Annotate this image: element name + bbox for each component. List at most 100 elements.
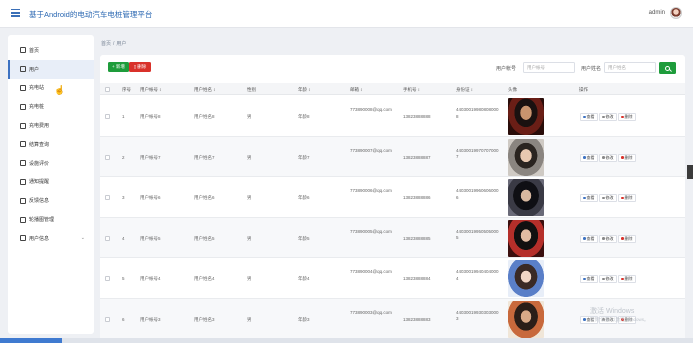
col-id-card[interactable]: 身份证 ↕: [456, 87, 473, 93]
trash-icon: [621, 237, 624, 240]
sidebar-item-label: 通知提醒: [29, 179, 50, 186]
cell-phone: 13823888885: [403, 235, 431, 241]
menu-icon[interactable]: [11, 9, 20, 17]
cell-age: 年龄6: [298, 195, 310, 200]
col-age[interactable]: 年龄 ↕: [298, 87, 311, 93]
cell-index: 5: [122, 276, 125, 281]
search-account-input[interactable]: 用户帐号: [523, 62, 575, 73]
view-icon: [583, 196, 586, 200]
row-checkbox[interactable]: [105, 195, 110, 200]
table-row: 4 用户帐号5 用户姓名5 男 年龄5 773890005@qq.com 138…: [100, 217, 685, 258]
cell-name: 用户姓名8: [194, 114, 215, 119]
cell-id-card: 440300199707070007: [456, 147, 499, 160]
edit-icon: [602, 237, 605, 240]
col-name[interactable]: 用户姓名 ↕: [194, 87, 216, 93]
cell-id-card: 440300199404040004: [456, 269, 499, 281]
search-button[interactable]: [659, 62, 676, 74]
cell-phone: 13823888884: [403, 276, 431, 281]
row-checkbox[interactable]: [105, 316, 110, 322]
add-button[interactable]: + 新增: [108, 62, 129, 72]
edit-button[interactable]: 修改: [599, 153, 617, 162]
view-button[interactable]: 查看: [580, 234, 598, 243]
cell-id-card: 440300199303030003: [456, 309, 499, 322]
edit-icon: [602, 156, 605, 159]
edit-icon: [602, 277, 605, 281]
select-all-checkbox[interactable]: [105, 86, 110, 92]
cell-account: 用户帐号6: [140, 195, 161, 200]
sidebar-item-settlement[interactable]: 结算查询: [8, 135, 94, 154]
search-account-label: 用户帐号: [496, 66, 517, 72]
breadcrumb-current: 用户: [116, 41, 127, 47]
row-delete-button[interactable]: 删除: [618, 234, 636, 243]
sidebar-item-users[interactable]: 用户: [8, 59, 94, 79]
search-name-input[interactable]: 用户姓名: [604, 62, 656, 73]
row-delete-button[interactable]: 删除: [618, 275, 636, 283]
delete-button[interactable]: ▯ 删除: [129, 62, 151, 72]
edit-label: 修改: [605, 235, 614, 241]
sidebar-item-reviews[interactable]: 设施评价: [8, 154, 94, 173]
chevron-down-icon: ⌄: [80, 234, 85, 241]
trash-icon: [621, 156, 624, 159]
sidebar-item-label: 设施评价: [29, 160, 50, 167]
side-handle[interactable]: [687, 165, 693, 179]
row-checkbox[interactable]: [105, 154, 110, 160]
edit-button[interactable]: 修改: [599, 234, 617, 243]
grid-icon: [20, 197, 26, 204]
col-phone[interactable]: 手机号 ↕: [403, 87, 420, 93]
edit-button[interactable]: 修改: [599, 275, 617, 283]
sidebar-item-notices[interactable]: 通知提醒: [8, 173, 94, 192]
cell-email: 773890005@qq.com: [350, 228, 392, 234]
sidebar-item-label: 充电桩: [29, 104, 45, 111]
delete-label: 删除: [624, 154, 633, 160]
sidebar-item-user-info[interactable]: 用户信息 ⌄: [8, 229, 94, 248]
view-button[interactable]: 查看: [580, 275, 598, 283]
sidebar-item-feedback[interactable]: 反馈信息: [8, 191, 94, 210]
breadcrumb: 首页 / 用户: [101, 40, 128, 47]
cell-email: 773890003@qq.com: [350, 309, 392, 315]
view-button[interactable]: 查看: [580, 113, 598, 121]
col-avatar: 头像: [508, 86, 517, 92]
edit-button[interactable]: 修改: [599, 194, 617, 202]
row-delete-button[interactable]: 删除: [618, 113, 636, 121]
cell-gender: 男: [247, 195, 252, 200]
user-name[interactable]: admin: [649, 10, 665, 16]
breadcrumb-home[interactable]: 首页: [101, 41, 111, 47]
cell-age: 年龄4: [298, 276, 310, 281]
col-email[interactable]: 邮箱 ↕: [350, 87, 363, 93]
sidebar-item-chargers[interactable]: 充电桩: [8, 97, 94, 116]
calendar-icon: [20, 235, 26, 242]
edit-button[interactable]: 修改: [599, 113, 617, 121]
sidebar-item-home[interactable]: 首页: [8, 41, 94, 60]
delete-label: 删除: [624, 235, 633, 241]
cell-email: 773890006@qq.com: [350, 188, 392, 193]
user-photo: [508, 179, 544, 216]
table-row: 3 用户帐号6 用户姓名6 男 年龄6 773890006@qq.com 138…: [100, 177, 685, 218]
row-actions: 查看 修改 删除: [580, 113, 636, 121]
sidebar-item-carousel[interactable]: 轮播图管理: [8, 210, 94, 229]
row-checkbox[interactable]: [105, 235, 110, 241]
cell-name: 用户姓名4: [194, 276, 215, 281]
edit-icon: [602, 115, 605, 119]
grid-icon: [20, 216, 26, 223]
table-row: 5 用户帐号4 用户姓名4 男 年龄4 773890004@qq.com 138…: [100, 258, 685, 299]
sidebar-item-stations[interactable]: 充电站 ☝: [8, 79, 94, 98]
row-checkbox[interactable]: [105, 276, 110, 281]
col-account[interactable]: 用户帐号 ↕: [140, 87, 162, 93]
sidebar: 首页 用户 充电站 ☝ 充电桩 充电费用 结算查询 设施评价 通知提醒 反馈信息 …: [8, 35, 94, 334]
avatar[interactable]: [670, 7, 682, 19]
scrollbar[interactable]: [0, 338, 693, 343]
row-checkbox[interactable]: [105, 114, 110, 119]
charger-icon: [20, 103, 26, 110]
row-actions: 查看 修改 删除: [580, 234, 636, 243]
cell-email: 773890007@qq.com: [350, 147, 392, 153]
view-button[interactable]: 查看: [580, 194, 598, 202]
cell-gender: 男: [247, 114, 252, 119]
cell-email: 773890004@qq.com: [350, 269, 392, 274]
row-delete-button[interactable]: 删除: [618, 194, 636, 202]
row-delete-button[interactable]: 删除: [618, 153, 636, 162]
view-button[interactable]: 查看: [580, 153, 598, 162]
sidebar-item-fees[interactable]: 充电费用: [8, 116, 94, 135]
windows-watermark: 激活 Windows 转到“设置”以激活 Windows。: [590, 308, 649, 324]
top-bar: 基于Android的电动汽车电桩管理平台 admin: [0, 0, 693, 28]
cell-id-card: 440300199606060006: [456, 188, 499, 200]
